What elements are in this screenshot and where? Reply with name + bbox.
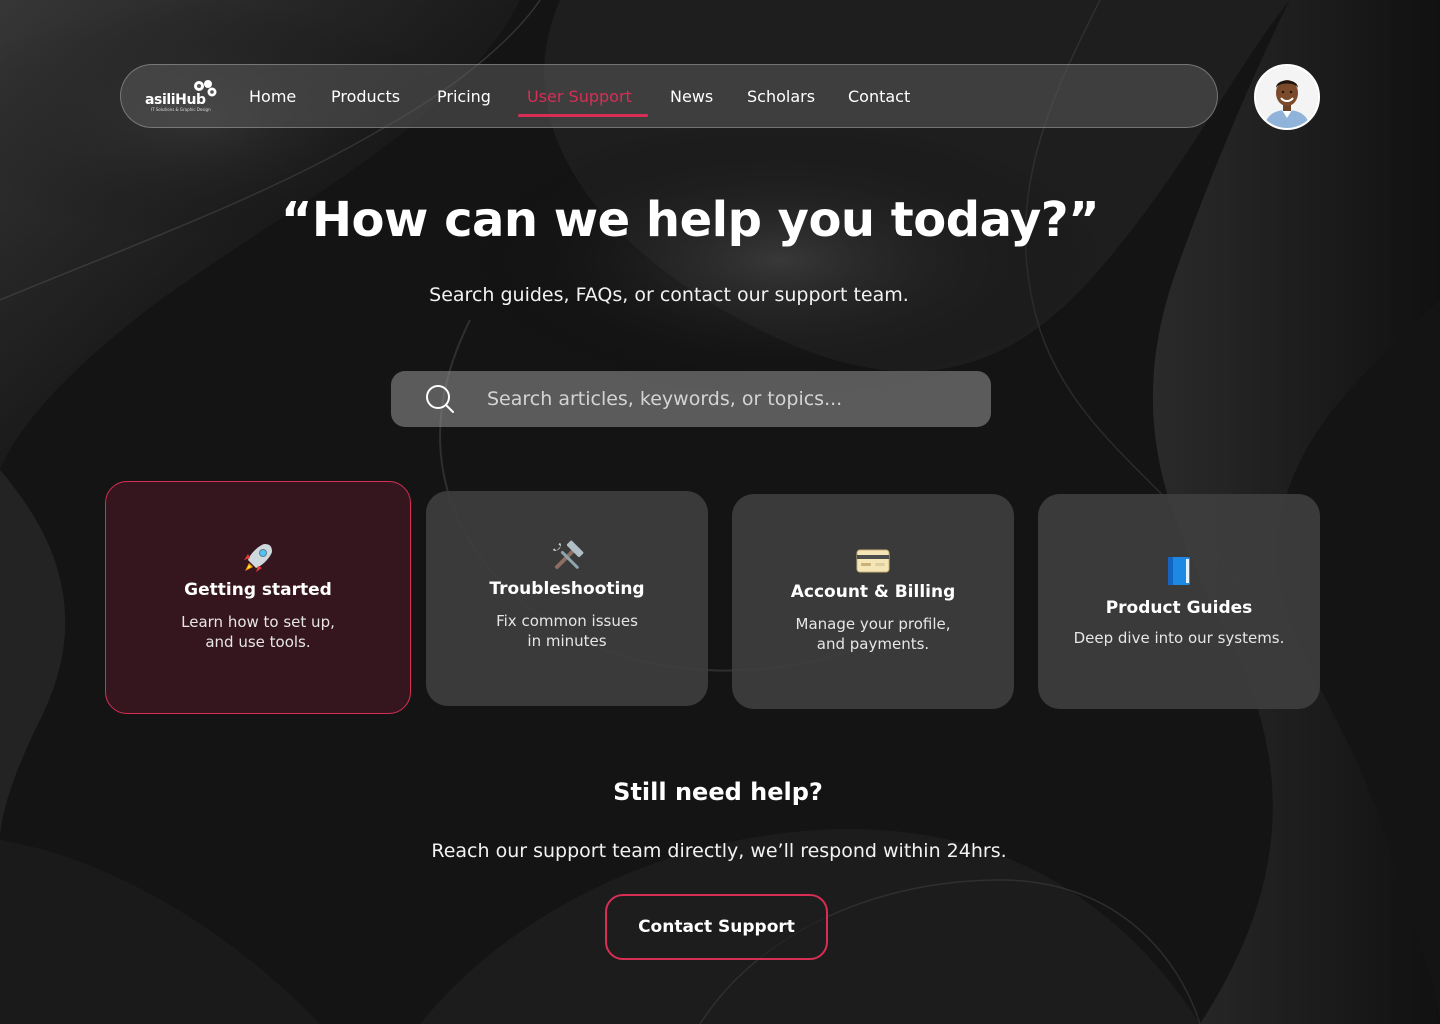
nav-item-scholars[interactable]: Scholars <box>747 87 815 106</box>
active-nav-indicator <box>518 114 648 117</box>
card-description: Deep dive into our systems. <box>1073 629 1285 647</box>
card-description: Fix common issues in minutes <box>496 612 638 650</box>
nav-item-user-support[interactable]: User Support <box>527 87 632 106</box>
card-title: Account & Billing <box>790 582 956 602</box>
card-description: Learn how to set up, and use tools. <box>181 613 335 651</box>
help-subtitle: Reach our support team directly, we’ll r… <box>431 840 1007 862</box>
nav-item-pricing[interactable]: Pricing <box>437 87 491 106</box>
contact-support-button[interactable]: Contact Support <box>605 894 828 960</box>
card-title: Product Guides <box>1105 598 1253 618</box>
avatar-photo <box>1256 66 1318 128</box>
nav-item-products[interactable]: Products <box>331 87 400 106</box>
page-subtitle: Search guides, FAQs, or contact our supp… <box>429 284 909 306</box>
nav-links: Home Products Pricing User Support News … <box>121 65 1217 129</box>
tools-icon <box>552 540 584 570</box>
page-title: “How can we help you today?” <box>280 192 1100 248</box>
nav-item-contact[interactable]: Contact <box>848 87 910 106</box>
user-avatar[interactable] <box>1254 64 1320 130</box>
card-getting-started[interactable]: Getting started Learn how to set up, and… <box>105 481 411 714</box>
card-title: Troubleshooting <box>489 579 645 599</box>
card-title: Getting started <box>184 580 332 600</box>
credit-card-icon <box>856 549 890 573</box>
card-description: Manage your profile, and payments. <box>795 615 951 653</box>
search-icon[interactable] <box>425 384 455 414</box>
card-product-guides[interactable]: Product Guides Deep dive into our system… <box>1038 494 1320 709</box>
nav-item-news[interactable]: News <box>670 87 713 106</box>
card-account-billing[interactable]: Account & Billing Manage your profile, a… <box>732 494 1014 709</box>
rocket-icon <box>244 544 272 572</box>
card-troubleshooting[interactable]: Troubleshooting Fix common issues in min… <box>426 491 708 706</box>
top-navigation: asiliHub IT Solutions & Graphic Design H… <box>120 64 1218 128</box>
help-heading: Still need help? <box>613 778 823 806</box>
search-input[interactable] <box>487 379 967 419</box>
nav-item-home[interactable]: Home <box>249 87 296 106</box>
search-bar <box>391 371 991 427</box>
book-icon <box>1168 557 1190 585</box>
